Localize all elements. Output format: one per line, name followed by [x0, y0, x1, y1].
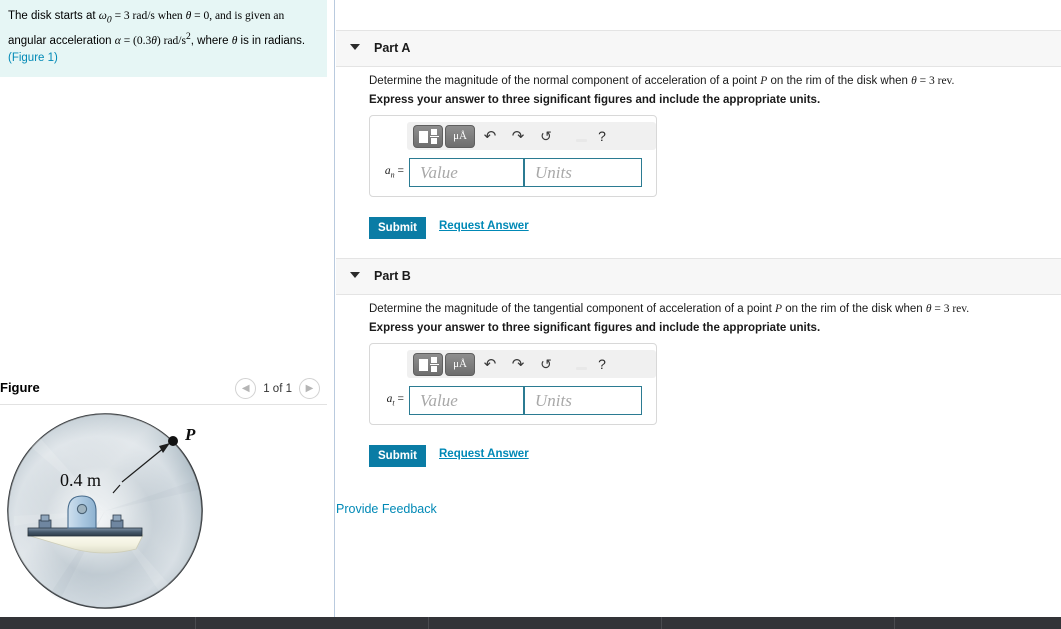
math-template-icon[interactable] [413, 352, 443, 376]
redo-arrow-icon[interactable]: ↷ [505, 129, 531, 144]
bottom-bar-tick [661, 617, 662, 629]
reset-circular-arrow-icon[interactable]: ↺ [533, 357, 559, 371]
right-panel: Part A Determine the magnitude of the no… [336, 0, 1061, 617]
part-b-prompt: Determine the magnitude of the tangentia… [369, 303, 970, 315]
panel-divider [334, 0, 335, 617]
problem-page: The disk starts at ω0 = 3 rad/s when θ =… [0, 0, 1061, 629]
bottom-bar-tick [428, 617, 429, 629]
question-text-line2: angular acceleration α = (0.3θ) rad/s2, … [8, 31, 306, 48]
help-question-icon[interactable]: ? [589, 129, 615, 143]
part-a-instruction: Express your answer to three significant… [369, 94, 821, 106]
part-a-label: Part A [374, 41, 411, 55]
part-b-instruction: Express your answer to three significant… [369, 322, 821, 334]
undo-arrow-icon[interactable]: ↶ [477, 129, 503, 144]
part-b-value-input[interactable] [409, 386, 524, 415]
part-b-field-row: at = [376, 386, 650, 415]
part-a-prompt: Determine the magnitude of the normal co… [369, 75, 955, 87]
point-p-marker [168, 436, 178, 446]
provide-feedback-link[interactable]: Provide Feedback [336, 502, 437, 516]
question-statement: The disk starts at ω0 = 3 rad/s when θ =… [0, 0, 327, 78]
point-p-italic: P [774, 303, 782, 315]
part-a-value-input[interactable] [409, 158, 524, 187]
mount-bolt-left [38, 514, 52, 529]
part-a-units-input[interactable] [524, 158, 642, 187]
part-a-toolbar: μÅ ↶ ↷ ↺ ? [407, 122, 656, 150]
bottom-bar-tick [195, 617, 196, 629]
micro-angstrom-label: μÅ [453, 129, 467, 142]
figure-header: Figure ◀ 1 of 1 ▶ [0, 378, 327, 404]
chevron-down-icon [350, 272, 360, 278]
part-b-label: Part B [374, 269, 411, 283]
part-b-submit-button[interactable]: Submit [369, 445, 426, 467]
part-a-submit-button[interactable]: Submit [369, 217, 426, 239]
question-text-line1: The disk starts at ω0 = 3 rad/s when θ =… [8, 10, 285, 26]
disk-figure: P 0.4 m [7, 413, 203, 609]
part-a-header[interactable]: Part A [336, 30, 1061, 67]
figure-1-link[interactable]: (Figure 1) [8, 52, 58, 64]
math-template-icon[interactable] [413, 124, 443, 148]
figure-title: Figure [0, 380, 40, 395]
figure-next-button[interactable]: ▶ [299, 378, 320, 399]
part-b-answer-box: μÅ ↶ ↷ ↺ ? at = [369, 343, 657, 425]
figure-count-label: 1 of 1 [263, 382, 292, 395]
mount-bolt-right [110, 514, 124, 529]
undo-arrow-icon[interactable]: ↶ [477, 357, 503, 372]
bottom-bar-tick [894, 617, 895, 629]
point-p-label: P [184, 425, 196, 444]
micro-angstrom-icon[interactable]: μÅ [445, 352, 475, 376]
part-b-toolbar: μÅ ↶ ↷ ↺ ? [407, 350, 656, 378]
part-a-field-row: an = [376, 158, 650, 187]
bracket-pivot-hole [76, 503, 88, 515]
micro-angstrom-icon[interactable]: μÅ [445, 124, 475, 148]
bottom-bar [0, 617, 1061, 629]
figure-pager: ◀ 1 of 1 ▶ [235, 378, 320, 399]
part-a-answer-box: μÅ ↶ ↷ ↺ ? an = [369, 115, 657, 197]
micro-angstrom-label: μÅ [453, 357, 467, 370]
part-a-request-answer-link[interactable]: Request Answer [439, 220, 529, 232]
part-a-variable-label: an = [384, 165, 404, 180]
part-b-variable-label: at = [386, 393, 404, 408]
redo-arrow-icon[interactable]: ↷ [505, 357, 531, 372]
help-question-icon[interactable]: ? [589, 357, 615, 371]
mount-plate [27, 527, 143, 537]
figure-divider [0, 404, 327, 405]
part-b-header[interactable]: Part B [336, 258, 1061, 295]
part-b-units-input[interactable] [524, 386, 642, 415]
omega-symbol: ω [98, 10, 107, 22]
reset-circular-arrow-icon[interactable]: ↺ [533, 129, 559, 143]
left-panel: The disk starts at ω0 = 3 rad/s when θ =… [0, 0, 335, 617]
chevron-down-icon [350, 44, 360, 50]
figure-prev-button[interactable]: ◀ [235, 378, 257, 399]
part-b-request-answer-link[interactable]: Request Answer [439, 448, 529, 460]
radius-label: 0.4 m [60, 470, 101, 490]
